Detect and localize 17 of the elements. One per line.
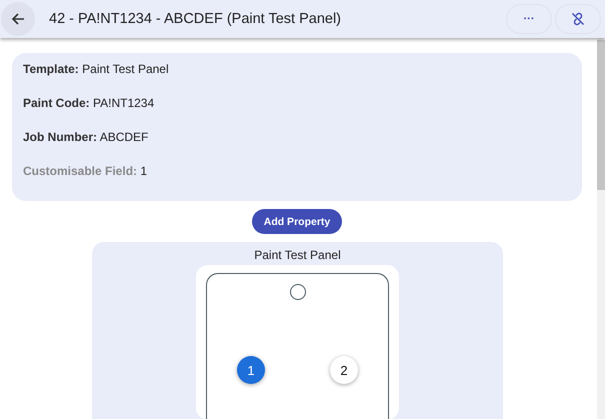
window-title: 42 - PA!NT1234 - ABCDEF (Paint Test Panel): [49, 11, 342, 27]
more-button[interactable]: ···: [506, 4, 552, 34]
marker[interactable]: 1: [237, 356, 265, 384]
add-property-button[interactable]: Add Property: [252, 209, 342, 234]
panel-title: Paint Test Panel: [254, 248, 341, 263]
detail-row-text: Template: Paint Test Panel: [23, 62, 170, 78]
back-arrow-icon: [10, 11, 26, 27]
unlink-button[interactable]: [555, 4, 601, 34]
detail-row-text: Paint Code: PA!NT1234: [23, 96, 156, 112]
detail-row-text: Job Number: ABCDEF: [23, 130, 150, 146]
detail-row-text: Customisable Field: 1: [23, 164, 148, 180]
hole-icon: [290, 284, 306, 300]
back-button[interactable]: [1, 2, 35, 36]
marker[interactable]: 2: [330, 356, 358, 384]
scrollbar[interactable]: [597, 38, 605, 419]
broken-link-icon: [571, 12, 585, 26]
scrollbar-thumb[interactable]: [597, 40, 605, 190]
